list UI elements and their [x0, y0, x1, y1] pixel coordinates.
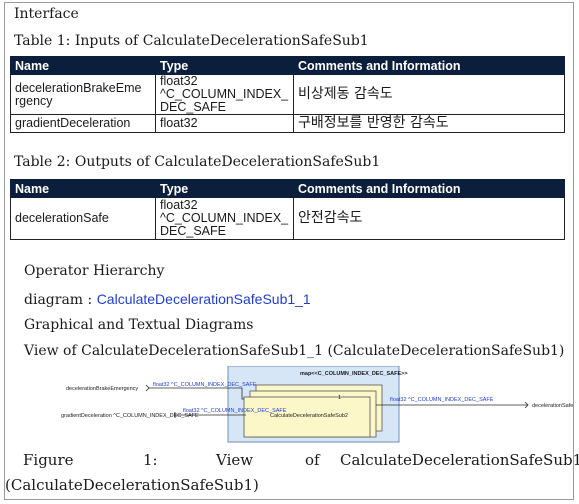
figure-name: CalculateDecelerationSafeSub1_1 [340, 451, 579, 469]
output-name: decelerationSafe [532, 403, 573, 409]
section-title: Interface [14, 6, 79, 22]
cell-name: decelerationBrakeEme rgency [10, 74, 156, 115]
cell-comment: 비상제동 감속도 [293, 74, 565, 115]
table2-caption: Table 2: Outputs of CalculateDeceleratio… [14, 154, 381, 170]
table-header-row: Name Type Comments and Information [10, 56, 565, 75]
outputs-table: Name Type Comments and Information decel… [10, 179, 565, 240]
cell-type: float32 ^C_COLUMN_INDEX_ DEC_SAFE [155, 74, 294, 115]
cell-name-line: decelerationBrakeEme [15, 80, 142, 95]
column-header: Comments and Information [293, 179, 565, 198]
column-header: Name [10, 56, 156, 75]
table-header-row: Name Type Comments and Information [10, 179, 565, 198]
cell-type-line: DEC_SAFE [160, 100, 226, 114]
column-header: Type [155, 179, 294, 198]
column-header: Type [155, 56, 294, 75]
table-row: gradientDeceleration float32 구배정보를 반영한 감… [10, 114, 565, 133]
operator-index: 1 [338, 395, 341, 401]
cell-type: float32 [155, 114, 294, 133]
inputs-table: Name Type Comments and Information decel… [10, 56, 565, 133]
cell-name: decelerationSafe [10, 197, 156, 240]
input1-port [145, 384, 150, 392]
cell-type-line: DEC_SAFE [160, 224, 226, 238]
cell-type-line: ^C_COLUMN_INDEX_ [160, 211, 289, 225]
output-type: float32 ^C_COLUMN_INDEX_DEC_SAFE [390, 397, 494, 403]
diagram-link[interactable]: CalculateDecelerationSafeSub1_1 [97, 291, 311, 307]
cell-name-line: rgency [15, 93, 53, 108]
figure-label: Figure [23, 451, 74, 469]
cell-name: gradientDeceleration [10, 114, 156, 133]
figure-number: 1: [143, 451, 158, 469]
figure-of-word: of [305, 451, 320, 469]
cell-type-line: float32 [160, 74, 198, 88]
map-label: map<<C_COLUMN_INDEX_DEC_SAFE>> [300, 371, 408, 377]
diagram-prefix: diagram : [24, 292, 97, 308]
table-row: decelerationBrakeEme rgency float32 ^C_COL… [10, 74, 565, 115]
operator-diagram: map<<C_COLUMN_INDEX_DEC_SAFE>> 1 Calcula… [61, 366, 573, 443]
cell-comment: 구배정보를 반영한 감속도 [293, 114, 565, 133]
cell-comment: 안전감속도 [293, 197, 565, 240]
figure-view-word: View [216, 451, 254, 469]
input2-name: gradientDeceleration ^C_COLUMN_INDEX_DEC… [61, 413, 199, 419]
hierarchy-title: Operator Hierarchy [24, 263, 165, 279]
input1-name: decelerationBrakeEmergency [66, 386, 138, 392]
diagram-link-line: diagram : CalculateDecelerationSafeSub1_… [24, 290, 311, 309]
graphical-title: Graphical and Textual Diagrams [24, 317, 254, 333]
input2-type: float32 ^C_COLUMN_INDEX_DEC_SAFE [183, 408, 287, 414]
column-header: Comments and Information [293, 56, 565, 75]
table1-caption: Table 1: Inputs of CalculateDeceleration… [14, 33, 369, 49]
view-title: View of CalculateDecelerationSafeSub1_1 … [24, 343, 565, 359]
figure-parent: (CalculateDecelerationSafeSub1) [5, 476, 259, 494]
cell-type-line: float32 [160, 198, 198, 212]
cell-type-line: ^C_COLUMN_INDEX_ [160, 87, 289, 101]
table-row: decelerationSafe float32 ^C_COLUMN_INDEX_… [10, 197, 565, 240]
column-header: Name [10, 179, 156, 198]
cell-type: float32 ^C_COLUMN_INDEX_ DEC_SAFE [155, 197, 294, 240]
input1-type: float32 ^C_COLUMN_INDEX_DEC_SAFE [153, 382, 257, 388]
